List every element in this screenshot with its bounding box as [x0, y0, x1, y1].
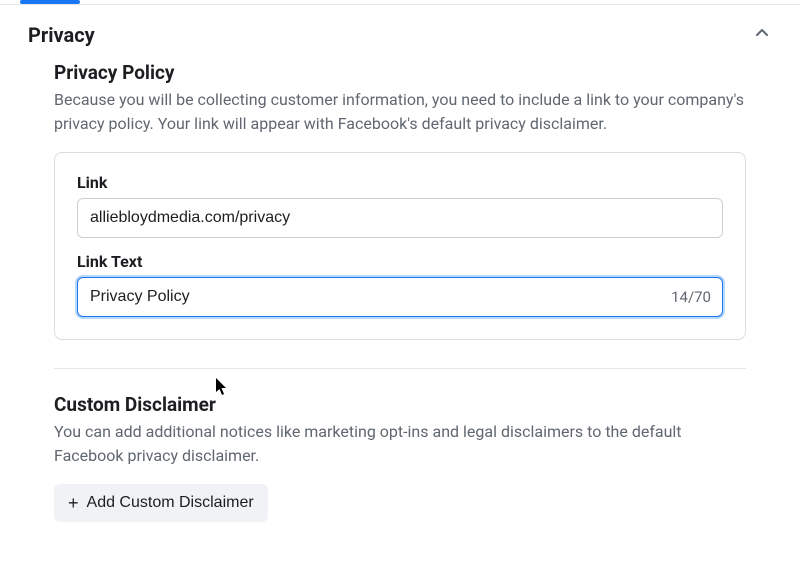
- link-text-input[interactable]: [77, 277, 723, 317]
- privacy-policy-description: Because you will be collecting customer …: [54, 88, 746, 136]
- add-custom-disclaimer-button[interactable]: + Add Custom Disclaimer: [54, 484, 268, 522]
- add-custom-disclaimer-label: Add Custom Disclaimer: [87, 494, 254, 512]
- custom-disclaimer-heading: Custom Disclaimer: [54, 393, 746, 416]
- plus-icon: +: [68, 494, 79, 512]
- privacy-section-title: Privacy: [28, 23, 95, 47]
- privacy-section-header[interactable]: Privacy: [0, 5, 800, 55]
- link-text-label: Link Text: [77, 252, 723, 271]
- privacy-policy-card: Link Link Text 14/70: [54, 152, 746, 340]
- privacy-policy-heading: Privacy Policy: [54, 61, 746, 84]
- link-label: Link: [77, 173, 723, 192]
- section-divider: [54, 368, 746, 369]
- chevron-up-icon[interactable]: [752, 23, 772, 47]
- link-input[interactable]: [77, 198, 723, 238]
- custom-disclaimer-description: You can add additional notices like mark…: [54, 420, 746, 468]
